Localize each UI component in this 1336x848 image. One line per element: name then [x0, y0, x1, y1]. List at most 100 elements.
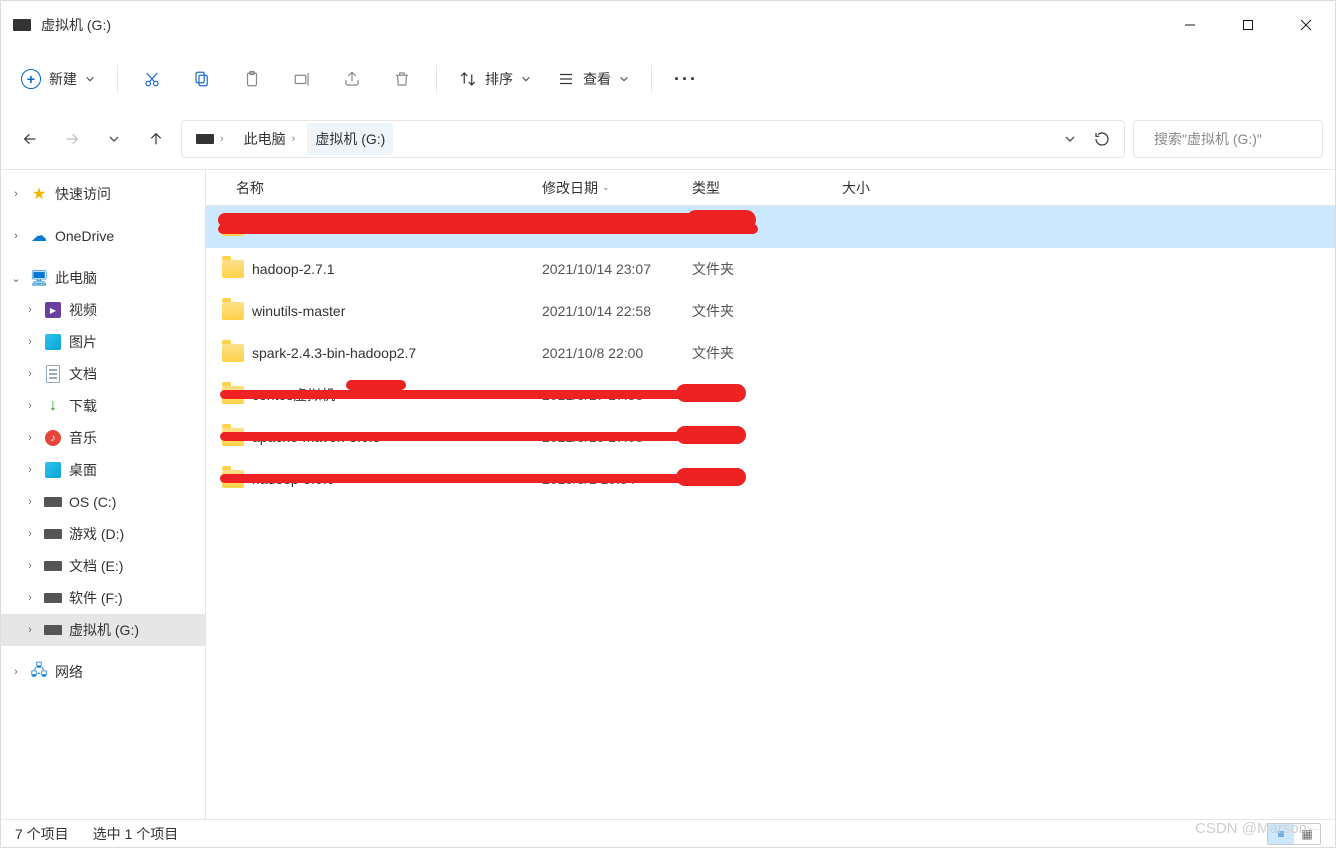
back-button[interactable]: [13, 122, 47, 156]
file-type: 文件夹: [692, 301, 842, 321]
sort-label: 排序: [485, 69, 513, 89]
delete-button[interactable]: [380, 59, 424, 99]
view-icon: [557, 70, 575, 88]
file-row[interactable]: hadoop-3.0.02019/3/1 10:54文件夹: [206, 458, 1335, 500]
folder-icon: [222, 218, 244, 236]
share-button[interactable]: [330, 59, 374, 99]
column-size[interactable]: 大小: [842, 178, 932, 198]
details-view-icon[interactable]: ≡: [1268, 824, 1294, 844]
sidebar-item-network[interactable]: ›🖧网络: [1, 656, 205, 688]
sidebar-item-drive-f[interactable]: ›软件 (F:): [1, 582, 205, 614]
nav-row: › 此电脑› 虚拟机 (G:): [1, 109, 1335, 169]
rows-container: 2021/10/15 17:12文件夹hadoop-2.7.12021/10/1…: [206, 206, 1335, 819]
folder-icon: [222, 260, 244, 278]
maximize-button[interactable]: [1219, 1, 1277, 49]
pictures-icon: [43, 332, 63, 352]
breadcrumb-current[interactable]: 虚拟机 (G:): [307, 123, 393, 155]
file-type: 文件夹: [692, 217, 842, 237]
sidebar-item-music[interactable]: ›♪音乐: [1, 422, 205, 454]
drive-icon: [43, 556, 63, 576]
column-date[interactable]: 修改日期⌄: [542, 178, 692, 198]
pc-icon: 🖥: [29, 268, 49, 288]
forward-button[interactable]: [55, 122, 89, 156]
sidebar-item-label: 视频: [69, 300, 97, 320]
close-button[interactable]: [1277, 1, 1335, 49]
file-type: 文件夹: [692, 385, 842, 405]
body: ›★快速访问 ›☁OneDrive ⌄🖥此电脑 ›视频 ›图片 ›文档 ›↓下载…: [1, 169, 1335, 819]
search-input[interactable]: [1152, 130, 1336, 148]
separator: [436, 65, 437, 93]
sidebar-item-label: 快速访问: [55, 184, 111, 204]
file-row[interactable]: 2021/10/15 17:12文件夹: [206, 206, 1335, 248]
file-list: 名称 修改日期⌄ 类型 大小 2021/10/15 17:12文件夹hadoop…: [206, 170, 1335, 819]
window-title: 虚拟机 (G:): [41, 15, 111, 35]
sidebar-item-label: 音乐: [69, 428, 97, 448]
more-button[interactable]: ···: [664, 59, 708, 99]
column-type[interactable]: 类型: [692, 178, 842, 198]
sidebar-item-label: 文档 (E:): [69, 556, 123, 576]
sidebar-item-drive-g[interactable]: ›虚拟机 (G:): [1, 614, 205, 646]
documents-icon: [43, 364, 63, 384]
sort-button[interactable]: 排序: [449, 59, 541, 99]
sidebar-item-pictures[interactable]: ›图片: [1, 326, 205, 358]
file-row[interactable]: hadoop-2.7.12021/10/14 23:07文件夹: [206, 248, 1335, 290]
view-button[interactable]: 查看: [547, 59, 639, 99]
chevron-down-icon: [619, 74, 629, 84]
folder-icon: [222, 302, 244, 320]
drive-icon: [43, 492, 63, 512]
file-date: 2021/9/16 17:08: [542, 429, 692, 445]
view-mode-toggle[interactable]: ≡ ▦: [1267, 823, 1321, 845]
sidebar-item-drive-c[interactable]: ›OS (C:): [1, 486, 205, 518]
search-box[interactable]: [1133, 120, 1323, 158]
file-row[interactable]: centos虚拟机2021/9/17 17:58文件夹: [206, 374, 1335, 416]
item-count: 7 个项目: [15, 824, 69, 844]
recent-button[interactable]: [97, 122, 131, 156]
cut-button[interactable]: [130, 59, 174, 99]
sidebar-item-label: 此电脑: [55, 268, 97, 288]
network-icon: 🖧: [29, 662, 49, 682]
file-date: 2019/3/1 10:54: [542, 471, 692, 487]
file-type: 文件夹: [692, 427, 842, 447]
sidebar-item-onedrive[interactable]: ›☁OneDrive: [1, 220, 205, 252]
paste-button[interactable]: [230, 59, 274, 99]
sidebar-item-video[interactable]: ›视频: [1, 294, 205, 326]
ellipsis-icon: ···: [674, 70, 698, 88]
star-icon: ★: [29, 184, 49, 204]
file-row[interactable]: spark-2.4.3-bin-hadoop2.72021/10/8 22:00…: [206, 332, 1335, 374]
sidebar-item-drive-e[interactable]: ›文档 (E:): [1, 550, 205, 582]
breadcrumb-drive-icon[interactable]: ›: [188, 127, 234, 151]
file-name: hadoop-3.0.0: [252, 471, 335, 487]
file-date: 2021/10/15 17:12: [542, 219, 692, 235]
folder-icon: [222, 470, 244, 488]
refresh-button[interactable]: [1086, 122, 1118, 156]
minimize-button[interactable]: [1161, 1, 1219, 49]
sort-indicator-icon: ⌄: [602, 182, 610, 193]
rename-button[interactable]: [280, 59, 324, 99]
file-row[interactable]: apache-maven-3.6.32021/9/16 17:08文件夹: [206, 416, 1335, 458]
music-icon: ♪: [43, 428, 63, 448]
folder-icon: [222, 428, 244, 446]
sidebar-item-drive-d[interactable]: ›游戏 (D:): [1, 518, 205, 550]
view-label: 查看: [583, 69, 611, 89]
sidebar-item-documents[interactable]: ›文档: [1, 358, 205, 390]
file-name: spark-2.4.3-bin-hadoop2.7: [252, 345, 416, 361]
address-dropdown[interactable]: [1056, 122, 1084, 156]
status-bar: 7 个项目 选中 1 个项目 ≡ ▦: [1, 819, 1335, 847]
sidebar-item-downloads[interactable]: ›↓下载: [1, 390, 205, 422]
copy-button[interactable]: [180, 59, 224, 99]
drive-icon: [43, 588, 63, 608]
file-type: 文件夹: [692, 343, 842, 363]
title-bar: 虚拟机 (G:): [1, 1, 1335, 49]
chevron-down-icon: [521, 74, 531, 84]
file-row[interactable]: winutils-master2021/10/14 22:58文件夹: [206, 290, 1335, 332]
sidebar-item-desktop[interactable]: ›桌面: [1, 454, 205, 486]
new-button[interactable]: 新建: [11, 59, 105, 99]
sidebar: ›★快速访问 ›☁OneDrive ⌄🖥此电脑 ›视频 ›图片 ›文档 ›↓下载…: [1, 170, 206, 819]
breadcrumb-pc[interactable]: 此电脑›: [236, 123, 306, 155]
address-bar[interactable]: › 此电脑› 虚拟机 (G:): [181, 120, 1125, 158]
grid-view-icon[interactable]: ▦: [1294, 824, 1320, 844]
sidebar-item-quick-access[interactable]: ›★快速访问: [1, 178, 205, 210]
up-button[interactable]: [139, 122, 173, 156]
sidebar-item-this-pc[interactable]: ⌄🖥此电脑: [1, 262, 205, 294]
column-name[interactable]: 名称: [222, 178, 542, 198]
